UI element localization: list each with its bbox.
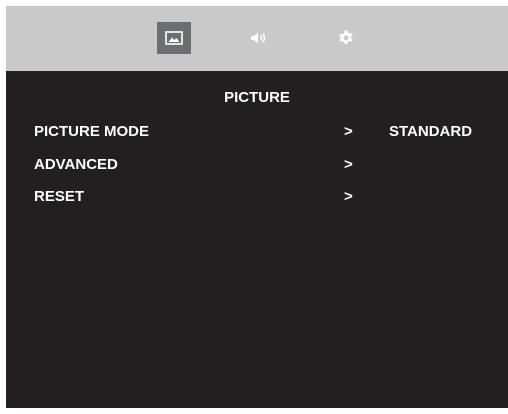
tab-picture[interactable] [157,22,191,54]
menu-item-label: RESET [34,188,85,205]
submenu-arrow-icon: > [344,188,353,205]
submenu-arrow-icon: > [344,156,353,173]
gear-icon [339,30,353,44]
menu-item-advanced[interactable]: ADVANCED > [6,152,508,178]
tab-setup[interactable] [329,22,363,54]
osd-menu-panel: PICTURE PICTURE MODE > STANDARD ADVANCED… [6,6,508,408]
tab-bar [6,6,508,71]
menu-item-value: STANDARD [389,123,473,140]
picture-icon [165,31,183,45]
speaker-icon [251,32,266,44]
menu-item-label: ADVANCED [34,156,118,173]
tab-sound[interactable] [242,22,276,54]
menu-item-picture-mode[interactable]: PICTURE MODE > STANDARD [6,119,508,145]
menu-item-label: PICTURE MODE [34,123,150,140]
submenu-arrow-icon: > [344,123,353,140]
menu-title: PICTURE [224,89,290,106]
menu-item-reset[interactable]: RESET > [6,184,508,210]
